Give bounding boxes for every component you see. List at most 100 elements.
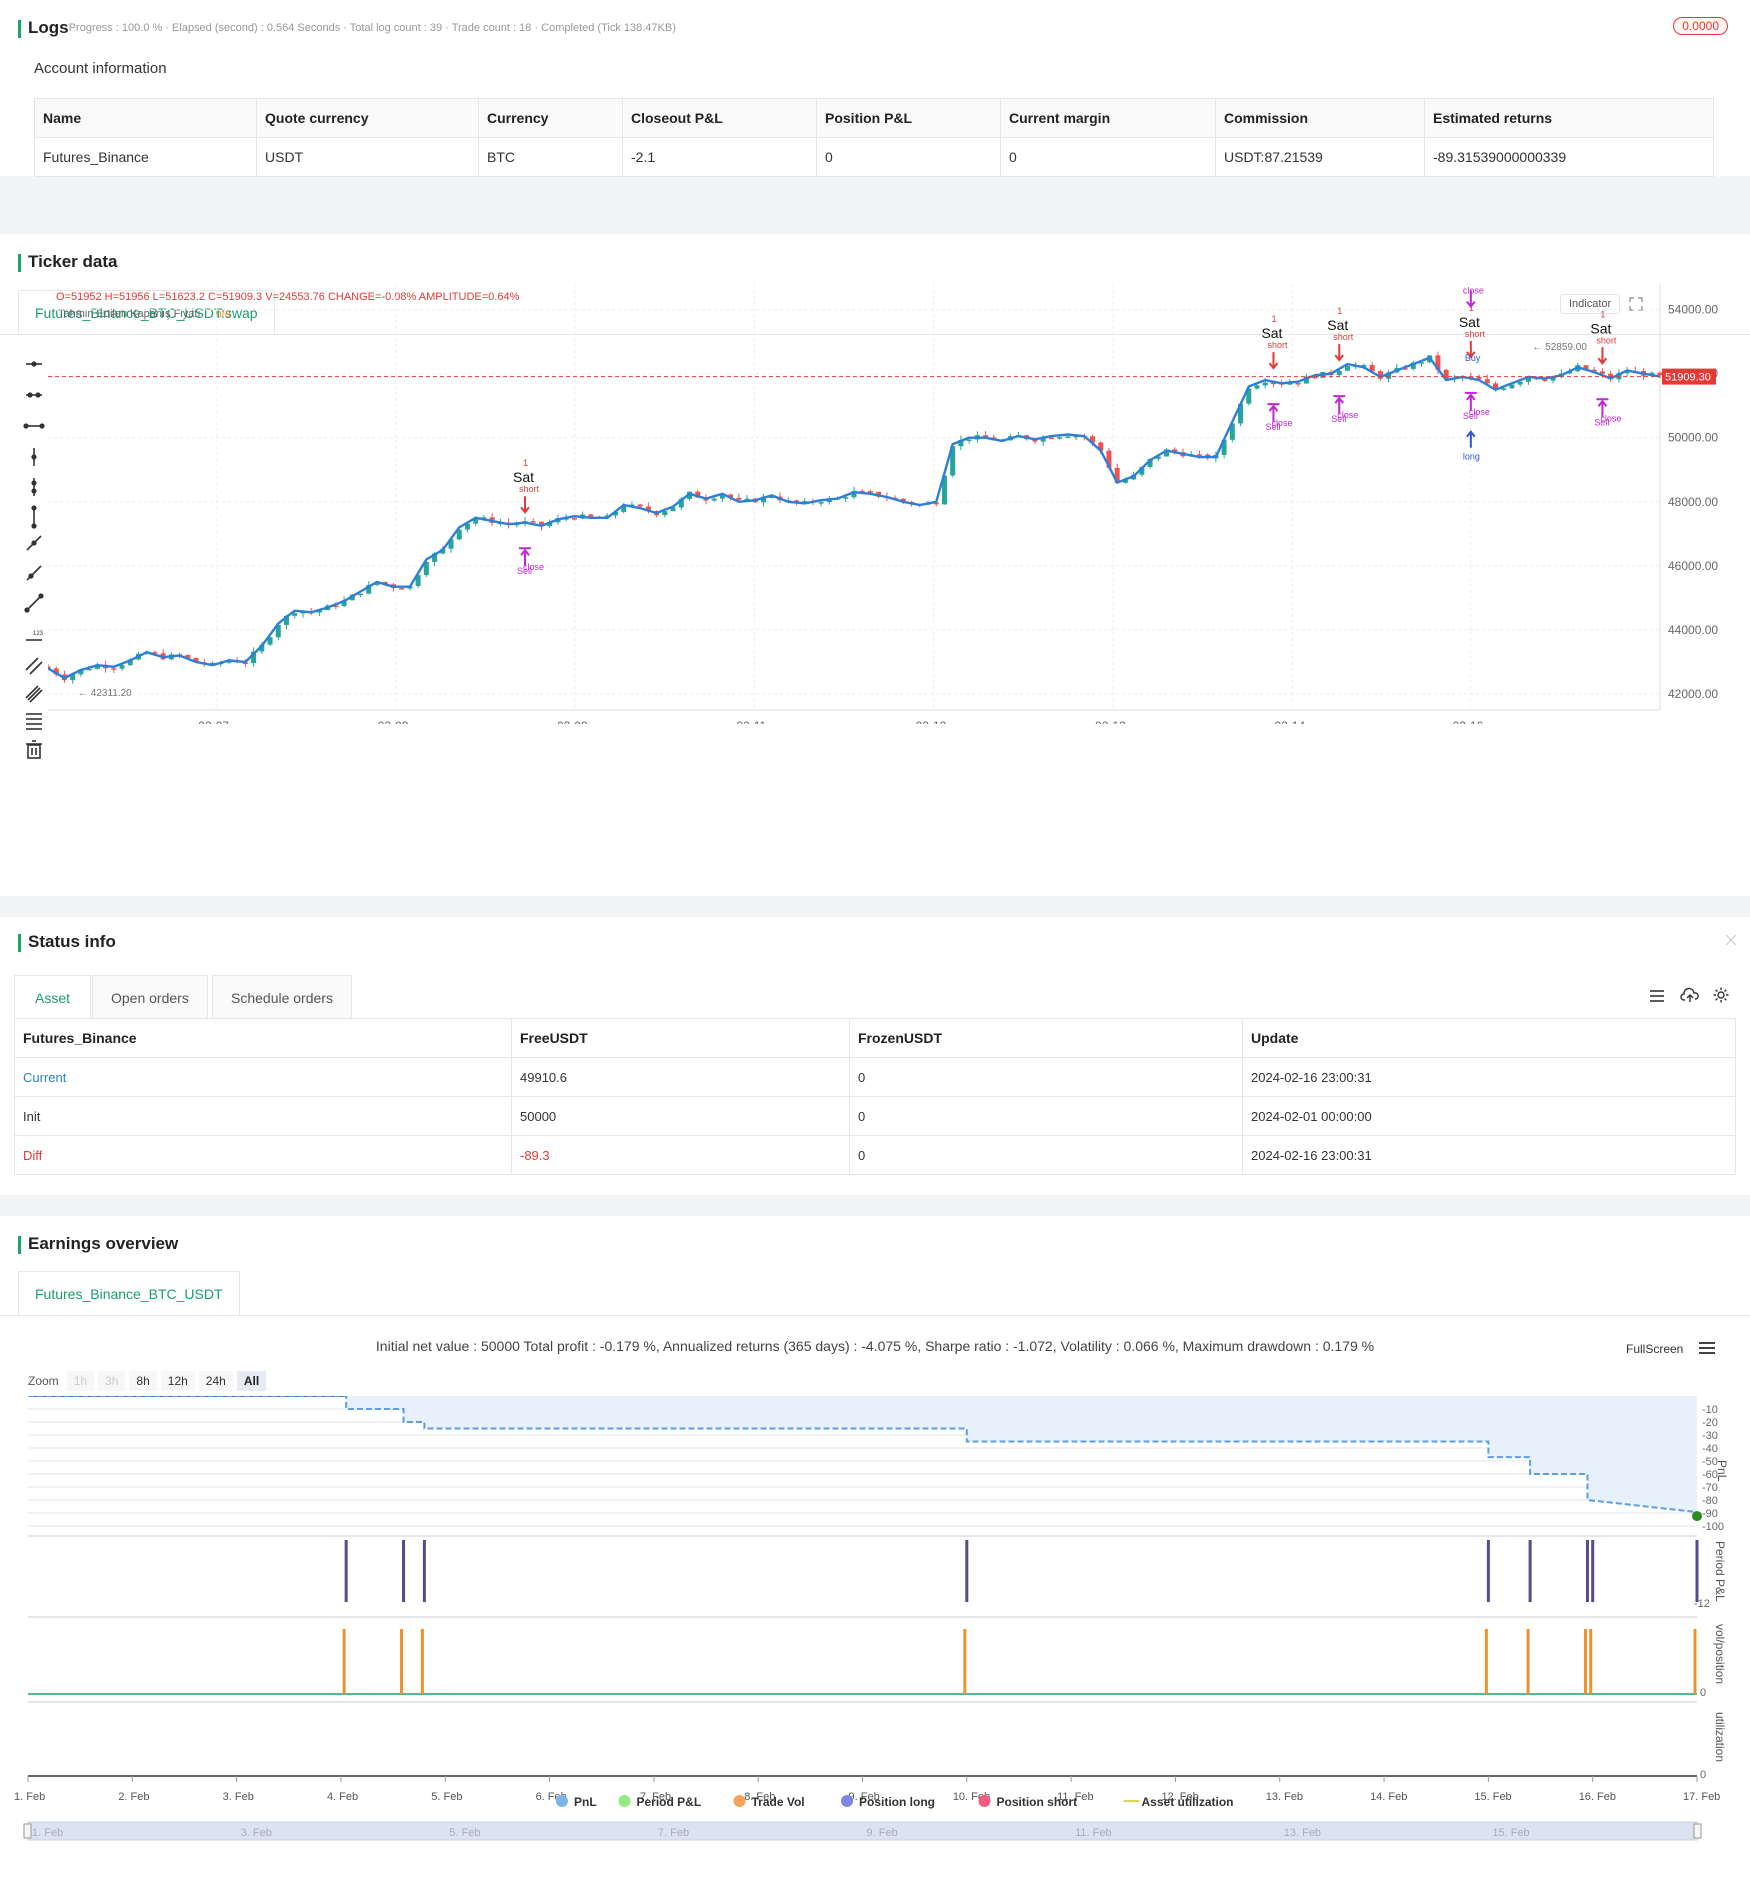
col-estimated-returns: Estimated returns [1424,98,1714,138]
zoom-24h[interactable]: 24h [198,1371,233,1391]
pnl-area [28,1396,1697,1513]
account-table: Name Quote currency Currency Closeout P&… [34,98,1714,177]
earnings-summary: Initial net value : 50000 Total profit :… [375,1338,1375,1354]
cell: -2.1 [622,137,817,177]
short-label: short [1333,332,1354,342]
tab-earnings-symbol[interactable]: Futures_Binance_BTC_USDT [18,1271,240,1316]
y-tick-label: 54000.00 [1668,303,1718,317]
short-label: short [1267,340,1288,350]
fib-retracement-icon[interactable] [26,713,42,730]
x-tick-label: 4. Feb [327,1791,358,1803]
col-currency: Currency [478,98,623,138]
cell: 0 [849,1057,1243,1097]
legend-item[interactable]: Period P&L [618,1795,702,1809]
collapse-icon[interactable] [1724,933,1738,947]
candle-body [843,497,849,499]
candle-body [530,521,536,523]
pnl-axis-label: PnL [1715,1460,1729,1482]
x-tick-label: 02-07 [198,719,229,724]
tab-open-orders[interactable]: Open orders [92,975,208,1020]
vertical-segment-icon[interactable] [31,505,37,529]
x-tick-label: 02-11 [736,719,766,724]
vertical-line-icon[interactable] [31,448,37,466]
logs-badge[interactable]: 0.0000 [1673,17,1728,35]
cell: 0 [1000,137,1216,177]
col-name: Name [34,98,257,138]
vol-axis-label: vol/position [1713,1624,1727,1684]
cloud-upload-icon[interactable] [1680,986,1700,1004]
legend-item[interactable]: Asset utilization [1123,1795,1234,1809]
fullscreen-button[interactable]: FullScreen [1626,1342,1683,1356]
trash-icon[interactable] [26,740,42,759]
earnings-panel: Earnings overview Futures_Binance_BTC_US… [0,1216,1750,1892]
vol-tick-label: 0 [1700,1687,1706,1699]
legend-label: PnL [574,1795,597,1809]
vertical-ray-icon[interactable] [31,478,37,496]
pnl-tick-label: -80 [1702,1495,1718,1507]
parallel-channel-icon[interactable] [25,657,43,675]
earnings-chart[interactable]: -10-20-30-40-50-60-70-80-90-100PnL-12Per… [0,1396,1750,1892]
x-tick-label: 17. Feb [1683,1791,1720,1803]
candle-body [966,439,972,441]
tab-asset[interactable]: Asset [14,975,92,1020]
candle-body [1262,382,1268,386]
legend-label: Trade Vol [752,1795,805,1809]
close-label: close [1337,410,1358,420]
x-tick-label: 1. Feb [14,1791,45,1803]
zoom-all[interactable]: All [236,1371,267,1391]
price-line-icon[interactable]: 123 [26,631,44,641]
legend-symbol [733,1795,746,1807]
trend-line-icon[interactable] [26,535,42,551]
cell: 0 [849,1135,1243,1175]
horizontal-line-icon[interactable] [26,361,42,367]
col-position-pnl: Position P&L [816,98,1001,138]
menu-icon[interactable] [1698,1340,1716,1356]
navigator-tick-label: 13. Feb [1284,1827,1321,1839]
period-tick-label: -12 [1694,1598,1710,1610]
cell: 49910.6 [511,1057,850,1097]
sell-signal: 1SatshortSellclose [1261,314,1292,432]
candle-body [1336,370,1342,376]
ticker-chart[interactable]: 54000.0052000.0050000.0048000.0046000.00… [48,284,1738,724]
candle-body [1057,437,1063,439]
navigator-tick-label: 7. Feb [658,1827,689,1839]
candle-body [867,491,873,493]
tab-schedule-orders[interactable]: Schedule orders [212,975,352,1020]
zoom-1h[interactable]: 1h [66,1371,95,1391]
close-label: close [523,562,544,572]
list-icon[interactable] [1648,987,1666,1005]
pnl-tick-label: -90 [1702,1508,1718,1520]
long-arrow [1466,430,1476,448]
sell-arrow [1334,344,1345,362]
segment-line-icon[interactable] [24,593,44,613]
legend-item[interactable]: PnL [556,1795,597,1809]
short-label: short [1465,329,1486,339]
close-label: close [1271,418,1292,428]
candle-body [637,504,643,507]
fib-channel-icon[interactable] [25,685,43,703]
candle-body [111,668,117,670]
x-tick-label: 2. Feb [118,1791,149,1803]
zoom-3h[interactable]: 3h [98,1371,126,1391]
zoom-8h[interactable]: 8h [129,1371,157,1391]
earnings-title: Earnings overview [18,1234,178,1254]
pnl-tick-label: -10 [1702,1404,1718,1416]
legend-label: Period P&L [637,1795,702,1809]
candle-body [571,518,577,520]
candle-body [1254,385,1260,389]
cell: USDT [256,137,479,177]
cell: -89.3 [511,1135,850,1175]
navigator-tick-label: 3. Feb [241,1827,272,1839]
toolbar-icons: 123 [23,361,45,759]
horizontal-ray-icon[interactable] [26,392,42,398]
cell: 0 [849,1096,1243,1136]
pnl-tick-label: -30 [1702,1430,1718,1442]
sell-arrow [520,496,530,514]
horizontal-segment-icon[interactable] [23,423,45,429]
x-tick-label: 02-08 [378,719,409,724]
legend-item[interactable]: Position short [978,1795,1078,1809]
zoom-12h[interactable]: 12h [160,1371,195,1391]
logs-status: · Progress : 100.0 % · Elapsed (second) … [62,22,676,34]
ray-line-icon[interactable] [26,565,42,581]
settings-icon[interactable] [1712,986,1730,1004]
